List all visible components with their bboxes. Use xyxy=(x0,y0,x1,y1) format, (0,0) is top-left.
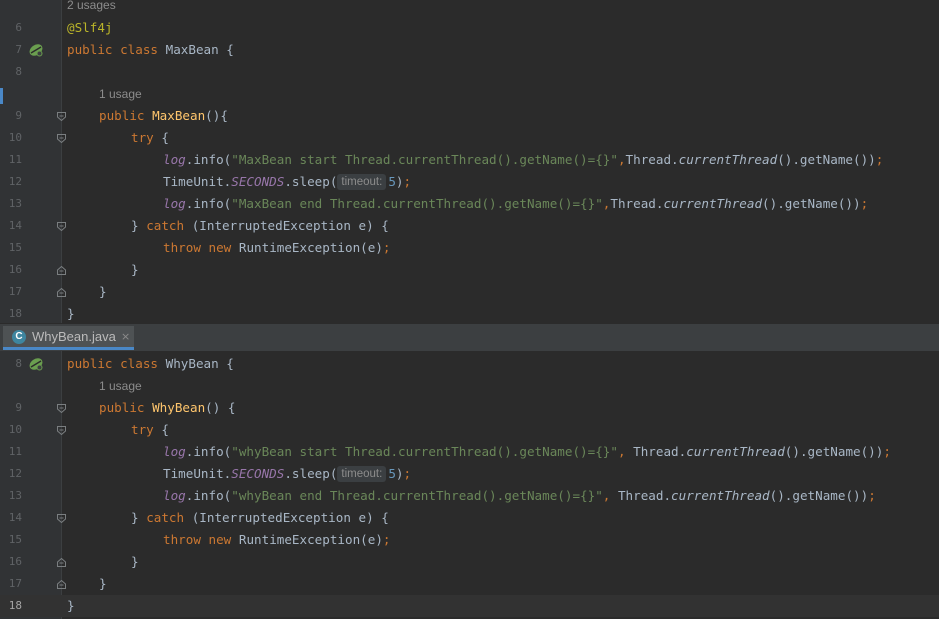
fold-marker-icon[interactable] xyxy=(57,134,66,143)
line-number: 8 xyxy=(15,357,22,370)
code-line[interactable]: 10 try { xyxy=(0,419,939,441)
spring-bean-icon[interactable] xyxy=(28,42,44,62)
spring-bean-icon[interactable] xyxy=(28,356,44,376)
code-text: TimeUnit.SECONDS.sleep(timeout: 5); xyxy=(163,466,412,482)
fold-marker-icon[interactable] xyxy=(57,288,66,297)
parameter-hint: timeout: xyxy=(337,174,387,190)
line-number: 9 xyxy=(15,109,22,122)
code-line[interactable]: 9 public WhyBean() { xyxy=(0,397,939,419)
code-line[interactable]: 11 log.info("whyBean start Thread.curren… xyxy=(0,441,939,463)
line-number: 14 xyxy=(8,511,22,524)
change-marker xyxy=(0,88,3,104)
line-number: 16 xyxy=(8,263,22,276)
code-text: @Slf4j xyxy=(67,20,113,35)
line-number: 6 xyxy=(15,21,22,34)
editor-pane-maxbean[interactable]: 2 usages 6 @Slf4j 7 public class MaxBean… xyxy=(0,0,939,323)
parameter-hint: timeout: xyxy=(337,466,387,482)
line-number: 11 xyxy=(8,445,22,458)
line-number: 9 xyxy=(15,401,22,414)
line-number: 18 xyxy=(8,599,22,612)
line-number: 11 xyxy=(8,153,22,166)
code-text: public WhyBean() { xyxy=(99,400,236,415)
line-number: 13 xyxy=(8,489,22,502)
code-text: public class MaxBean { xyxy=(67,42,234,57)
code-line[interactable]: 17 } xyxy=(0,573,939,595)
code-line[interactable]: 13 log.info("MaxBean end Thread.currentT… xyxy=(0,193,939,215)
code-line[interactable]: 14 } catch (InterruptedException e) { xyxy=(0,215,939,237)
code-line[interactable]: 10 try { xyxy=(0,127,939,149)
code-line[interactable]: 6 @Slf4j xyxy=(0,17,939,39)
line-number: 7 xyxy=(15,43,22,56)
fold-marker-icon[interactable] xyxy=(57,404,66,413)
line-number: 10 xyxy=(8,131,22,144)
line-number: 13 xyxy=(8,197,22,210)
code-text: } xyxy=(99,576,107,591)
code-line[interactable]: 18 } xyxy=(0,595,939,617)
code-line[interactable]: 12 TimeUnit.SECONDS.sleep(timeout: 5); xyxy=(0,463,939,485)
code-line[interactable]: 7 public class MaxBean { xyxy=(0,39,939,61)
java-class-icon: C xyxy=(12,330,26,344)
code-line[interactable]: 11 log.info("MaxBean start Thread.curren… xyxy=(0,149,939,171)
code-line[interactable]: 15 throw new RuntimeException(e); xyxy=(0,237,939,259)
line-number: 15 xyxy=(8,533,22,546)
code-line[interactable]: 16 } xyxy=(0,551,939,573)
code-text: log.info("MaxBean start Thread.currentTh… xyxy=(163,152,884,167)
fold-marker-icon[interactable] xyxy=(57,558,66,567)
code-line[interactable]: 12 TimeUnit.SECONDS.sleep(timeout: 5); xyxy=(0,171,939,193)
code-text: try { xyxy=(131,130,169,145)
fold-marker-icon[interactable] xyxy=(57,222,66,231)
code-text: try { xyxy=(131,422,169,437)
code-line[interactable]: 8 xyxy=(0,61,939,83)
editor-pane-whybean[interactable]: 8 public class WhyBean { 1 usage 9 publi… xyxy=(0,351,939,619)
code-text: } xyxy=(67,306,75,321)
usages-hint[interactable]: 1 usage xyxy=(99,379,142,393)
line-number: 17 xyxy=(8,285,22,298)
code-text: throw new RuntimeException(e); xyxy=(163,532,391,547)
code-text: } xyxy=(131,554,139,569)
line-number: 12 xyxy=(8,467,22,480)
code-line[interactable]: 17 } xyxy=(0,281,939,303)
usages-hint[interactable]: 1 usage xyxy=(99,87,142,101)
code-text: log.info("whyBean start Thread.currentTh… xyxy=(163,444,891,459)
fold-marker-icon[interactable] xyxy=(57,580,66,589)
code-line[interactable]: 14 } catch (InterruptedException e) { xyxy=(0,507,939,529)
close-icon[interactable]: × xyxy=(121,330,130,343)
fold-marker-icon[interactable] xyxy=(57,266,66,275)
code-text: throw new RuntimeException(e); xyxy=(163,240,391,255)
line-number: 8 xyxy=(15,65,22,78)
code-text: } catch (InterruptedException e) { xyxy=(131,218,389,233)
line-number: 18 xyxy=(8,307,22,320)
fold-marker-icon[interactable] xyxy=(57,112,66,121)
code-line[interactable]: 8 public class WhyBean { xyxy=(0,353,939,375)
fold-marker-icon[interactable] xyxy=(57,514,66,523)
code-text: public MaxBean(){ xyxy=(99,108,228,123)
tab-whybean-java[interactable]: C WhyBean.java × xyxy=(3,326,134,350)
code-text: } xyxy=(99,284,107,299)
line-number: 17 xyxy=(8,577,22,590)
code-line[interactable]: 18 } xyxy=(0,303,939,323)
line-number: 12 xyxy=(8,175,22,188)
code-text: log.info("MaxBean end Thread.currentThre… xyxy=(163,196,869,211)
code-text: public class WhyBean { xyxy=(67,356,234,371)
code-line[interactable]: 15 throw new RuntimeException(e); xyxy=(0,529,939,551)
code-text: } catch (InterruptedException e) { xyxy=(131,510,389,525)
line-number: 10 xyxy=(8,423,22,436)
usages-hint[interactable]: 2 usages xyxy=(67,0,116,12)
code-line[interactable]: 13 log.info("whyBean end Thread.currentT… xyxy=(0,485,939,507)
line-number: 15 xyxy=(8,241,22,254)
code-line[interactable]: 16 } xyxy=(0,259,939,281)
code-text: } xyxy=(131,262,139,277)
code-text: } xyxy=(67,598,75,613)
editor-tab-bar: C WhyBean.java × xyxy=(0,323,939,353)
code-line[interactable]: 9 public MaxBean(){ xyxy=(0,105,939,127)
line-number: 14 xyxy=(8,219,22,232)
fold-marker-icon[interactable] xyxy=(57,426,66,435)
tab-label: WhyBean.java xyxy=(32,329,116,344)
code-text: log.info("whyBean end Thread.currentThre… xyxy=(163,488,876,503)
line-number: 16 xyxy=(8,555,22,568)
code-text: TimeUnit.SECONDS.sleep(timeout: 5); xyxy=(163,174,412,190)
